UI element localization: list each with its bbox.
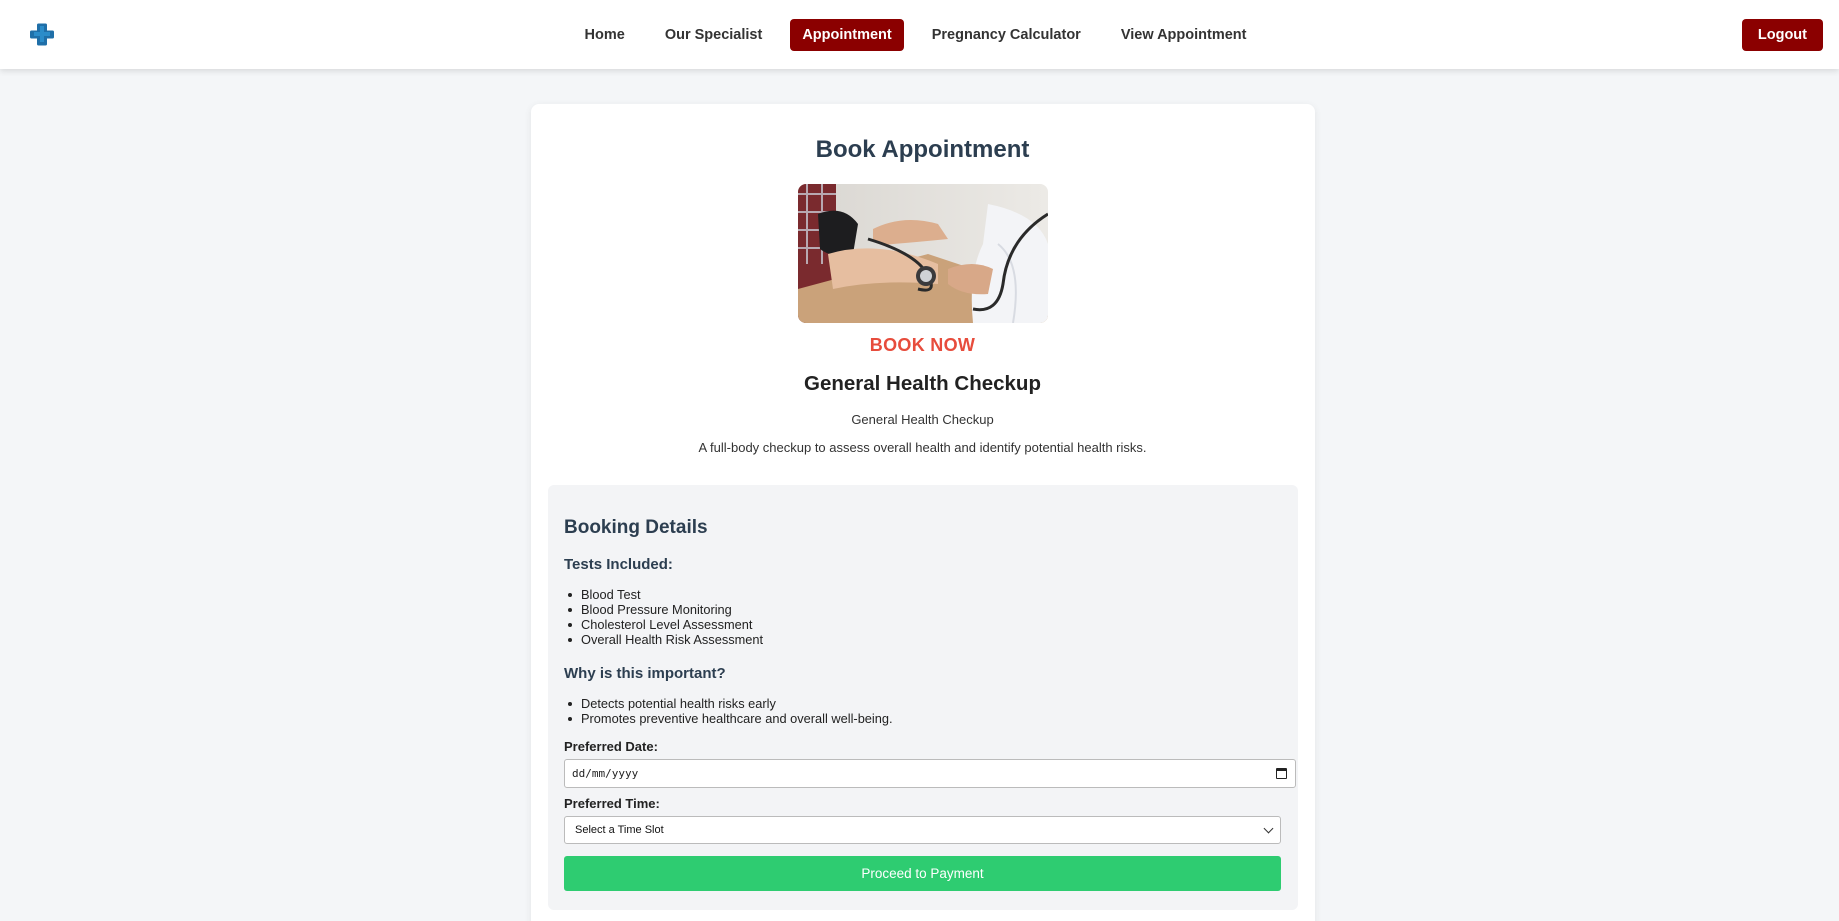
list-item: Detects potential health risks early — [568, 696, 893, 711]
calendar-icon[interactable] — [1276, 768, 1287, 779]
list-item: Promotes preventive healthcare and overa… — [568, 711, 893, 726]
date-placeholder: dd/mm/yyyy — [572, 767, 639, 780]
why-important-heading: Why is this important? — [564, 665, 726, 682]
book-now-label: BOOK NOW — [869, 335, 976, 355]
nav-home[interactable]: Home — [573, 19, 637, 51]
chevron-down-icon — [1263, 823, 1274, 834]
service-description: A full-body checkup to assess overall he… — [698, 440, 1147, 455]
preferred-date-input[interactable]: dd/mm/yyyy — [564, 759, 1296, 788]
why-list: Detects potential health risks early Pro… — [568, 696, 893, 726]
nav-appointment[interactable]: Appointment — [790, 19, 904, 51]
main-nav: Home Our Specialist Appointment Pregnanc… — [0, 19, 1839, 51]
time-select-value: Select a Time Slot — [575, 824, 664, 836]
preferred-time-label: Preferred Time: — [564, 796, 660, 811]
nav-our-specialist[interactable]: Our Specialist — [653, 19, 775, 51]
service-image — [798, 184, 1048, 323]
nav-view-appointment[interactable]: View Appointment — [1109, 19, 1259, 51]
page-title: Book Appointment — [815, 136, 1030, 163]
blood-pressure-photo — [798, 184, 1048, 323]
preferred-date-label: Preferred Date: — [564, 739, 658, 754]
service-subtitle: General Health Checkup — [851, 412, 994, 427]
proceed-to-payment-button[interactable]: Proceed to Payment — [564, 856, 1281, 891]
navbar: Home Our Specialist Appointment Pregnanc… — [0, 0, 1839, 69]
list-item: Blood Pressure Monitoring — [567, 602, 763, 617]
list-item: Overall Health Risk Assessment — [567, 632, 764, 647]
tests-list: Blood Test Blood Pressure Monitoring Cho… — [567, 587, 764, 647]
preferred-time-select[interactable]: Select a Time Slot — [564, 816, 1281, 844]
booking-details-heading: Booking Details — [564, 517, 708, 538]
service-title: General Health Checkup — [804, 372, 1041, 395]
logout-button[interactable]: Logout — [1741, 19, 1823, 51]
tests-included-heading: Tests Included: — [564, 556, 673, 573]
nav-pregnancy-calculator[interactable]: Pregnancy Calculator — [920, 19, 1093, 51]
list-item: Cholesterol Level Assessment — [567, 617, 763, 632]
list-item: Blood Test — [567, 587, 763, 602]
